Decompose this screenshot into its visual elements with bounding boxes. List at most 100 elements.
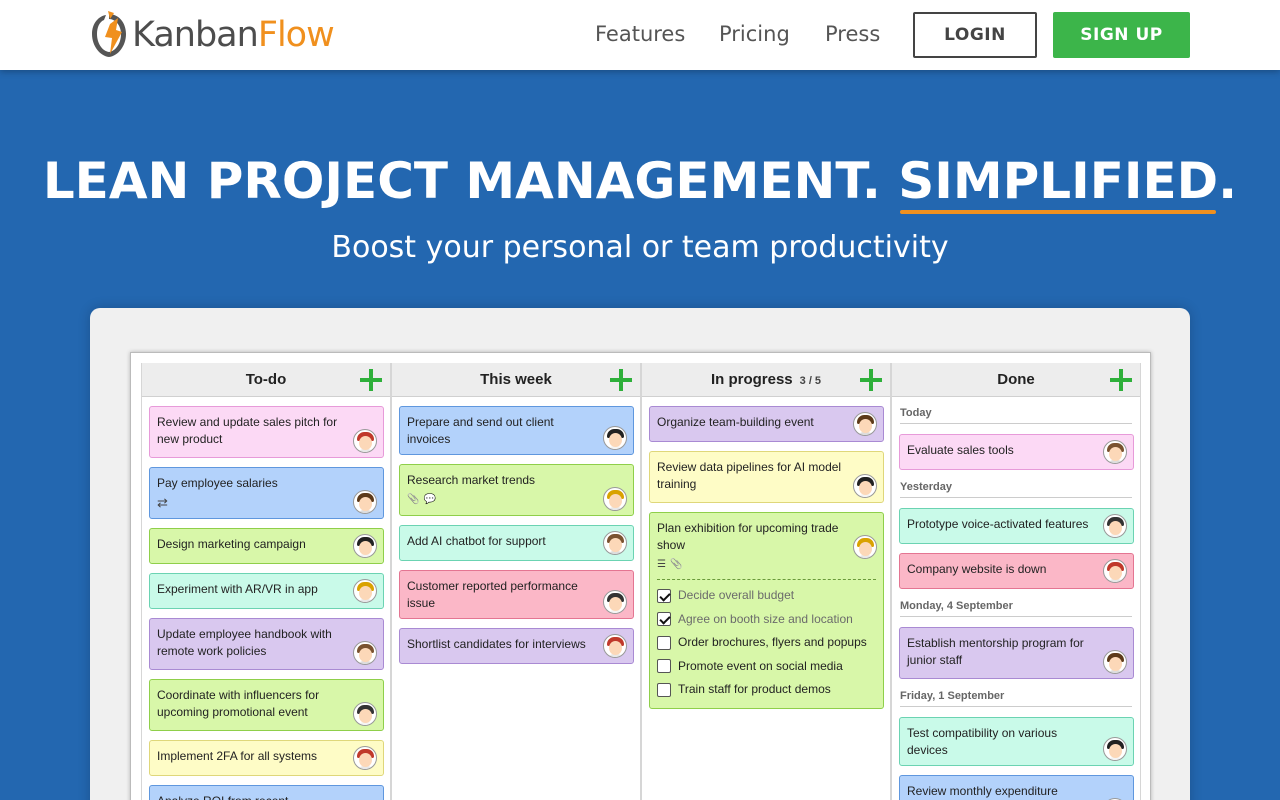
task-card[interactable]: Company website is down bbox=[899, 553, 1134, 589]
task-card[interactable]: Review monthly expenditure against budge… bbox=[899, 775, 1134, 800]
avatar[interactable] bbox=[603, 634, 627, 658]
kanbanflow-logo[interactable]: KanbanFlow bbox=[88, 10, 335, 60]
avatar[interactable] bbox=[603, 487, 627, 511]
add-task-plus-icon[interactable] bbox=[360, 369, 382, 391]
nav-features-link[interactable]: Features bbox=[595, 22, 685, 46]
avatar-face bbox=[1109, 744, 1122, 758]
avatar[interactable] bbox=[1103, 650, 1127, 674]
task-card[interactable]: Research market trends 📎 💬 bbox=[399, 464, 634, 516]
add-task-plus-icon[interactable] bbox=[860, 369, 882, 391]
hero-title-highlight: SIMPLIFIED bbox=[898, 152, 1219, 214]
task-text: Research market trends bbox=[407, 473, 536, 487]
task-card[interactable]: Customer reported performance issue bbox=[399, 570, 634, 619]
avatar-face bbox=[609, 538, 622, 552]
task-card[interactable]: Review and update sales pitch for new pr… bbox=[149, 406, 384, 458]
subtask-item[interactable]: Promote event on social media bbox=[657, 655, 876, 679]
subtask-item[interactable]: Train staff for product demos bbox=[657, 678, 876, 702]
task-card[interactable]: Prepare and send out client invoices bbox=[399, 406, 634, 455]
subtask-checkbox[interactable] bbox=[657, 635, 671, 650]
comment-icon[interactable]: 💬 bbox=[423, 491, 435, 508]
task-card[interactable]: Establish mentorship program for junior … bbox=[899, 627, 1134, 679]
avatar-face bbox=[859, 481, 872, 495]
avatar[interactable] bbox=[603, 531, 627, 555]
avatar[interactable] bbox=[853, 412, 877, 436]
repeat-icon[interactable]: ⇄ bbox=[157, 494, 168, 511]
avatar-face bbox=[1109, 521, 1122, 535]
logo-text-flow: Flow bbox=[257, 15, 335, 55]
kanban-board: To-do Review and update sales pitch for n… bbox=[130, 352, 1151, 800]
subtask-list: Decide overall budget Agree on booth size… bbox=[657, 579, 876, 702]
add-task-plus-icon[interactable] bbox=[610, 369, 632, 391]
subtask-checkbox[interactable] bbox=[657, 612, 671, 627]
task-card[interactable]: Analyze ROI from recent investments bbox=[149, 785, 384, 800]
avatar-face bbox=[859, 542, 872, 556]
column-header: To-do bbox=[142, 363, 390, 397]
task-card[interactable]: Prototype voice-activated features bbox=[899, 508, 1134, 544]
task-card[interactable]: Evaluate sales tools bbox=[899, 434, 1134, 470]
task-card[interactable]: Update employee handbook with remote wor… bbox=[149, 618, 384, 670]
avatar[interactable] bbox=[1103, 737, 1127, 761]
avatar[interactable] bbox=[1103, 514, 1127, 538]
nav-pricing-link[interactable]: Pricing bbox=[719, 22, 790, 46]
avatar[interactable] bbox=[353, 490, 377, 514]
task-text: Test compatibility on various devices bbox=[907, 726, 1058, 757]
task-card[interactable]: Add AI chatbot for support bbox=[399, 525, 634, 561]
hero-title-prefix: LEAN PROJECT MANAGEMENT. bbox=[42, 152, 899, 210]
task-text: Analyze ROI from recent investments bbox=[157, 793, 349, 800]
login-button[interactable]: LOGIN bbox=[913, 12, 1037, 58]
avatar[interactable] bbox=[853, 474, 877, 498]
done-group-label: Monday, 4 September bbox=[900, 600, 1132, 617]
column-title: In progress bbox=[710, 371, 793, 388]
avatar[interactable] bbox=[353, 641, 377, 665]
checklist-icon[interactable]: ☰ bbox=[657, 556, 666, 573]
avatar[interactable] bbox=[603, 590, 627, 614]
task-card[interactable]: Coordinate with influencers for upcoming… bbox=[149, 679, 384, 731]
paperclip-icon[interactable]: 📎 bbox=[670, 556, 682, 573]
signup-button[interactable]: SIGN UP bbox=[1053, 12, 1190, 58]
task-text: Update employee handbook with remote wor… bbox=[157, 627, 332, 658]
task-card[interactable]: Implement 2FA for all systems bbox=[149, 740, 384, 776]
avatar[interactable] bbox=[353, 579, 377, 603]
subtask-checkbox[interactable] bbox=[657, 659, 671, 674]
nav-press-link[interactable]: Press bbox=[825, 22, 880, 46]
avatar[interactable] bbox=[353, 429, 377, 453]
task-card[interactable]: Shortlist candidates for interviews bbox=[399, 628, 634, 664]
avatar[interactable] bbox=[1103, 559, 1127, 583]
task-card[interactable]: Design marketing campaign bbox=[149, 528, 384, 564]
subtask-checkbox[interactable] bbox=[657, 682, 671, 697]
task-card[interactable]: Organize team-building event bbox=[649, 406, 884, 442]
avatar-face bbox=[609, 433, 622, 447]
task-text: Prototype voice-activated features bbox=[907, 517, 1089, 531]
avatar[interactable] bbox=[603, 426, 627, 450]
paperclip-icon[interactable]: 📎 bbox=[407, 491, 419, 508]
task-text: Company website is down bbox=[907, 562, 1047, 576]
task-text: Design marketing campaign bbox=[157, 537, 306, 551]
task-card[interactable]: Plan exhibition for upcoming trade show ☰… bbox=[649, 512, 884, 709]
task-text: Organize team-building event bbox=[657, 415, 814, 429]
avatar[interactable] bbox=[353, 702, 377, 726]
subtask-item[interactable]: Decide overall budget bbox=[657, 584, 876, 608]
subtask-checkbox[interactable] bbox=[657, 588, 671, 603]
avatar-face bbox=[1109, 657, 1122, 671]
avatar[interactable] bbox=[1103, 440, 1127, 464]
avatar[interactable] bbox=[853, 535, 877, 559]
board-column-done: Done Today Evaluate sales tools Yesterday Pr… bbox=[891, 363, 1141, 800]
add-task-plus-icon[interactable] bbox=[1110, 369, 1132, 391]
task-card[interactable]: Experiment with AR/VR in app bbox=[149, 573, 384, 609]
subtask-item[interactable]: Order brochures, flyers and popups bbox=[657, 631, 876, 655]
hero-subtitle: Boost your personal or team productivity bbox=[331, 230, 949, 265]
wip-limit: 3 / 5 bbox=[799, 375, 822, 387]
task-card[interactable]: Review data pipelines for AI model train… bbox=[649, 451, 884, 503]
task-card[interactable]: Pay employee salaries ⇄ bbox=[149, 467, 384, 519]
task-card[interactable]: Test compatibility on various devices bbox=[899, 717, 1134, 766]
board-column-in-progress: In progress 3 / 5 Organize team-building e… bbox=[641, 363, 891, 800]
avatar[interactable] bbox=[353, 534, 377, 558]
task-icons: 📎 💬 bbox=[407, 491, 599, 508]
column-title: To-do bbox=[245, 371, 287, 388]
task-text: Review monthly expenditure against budge… bbox=[907, 784, 1058, 798]
subtask-item[interactable]: Agree on booth size and location bbox=[657, 608, 876, 632]
logo-flame-icon bbox=[92, 11, 126, 57]
avatar-face bbox=[359, 648, 372, 662]
task-icons: ⇄ bbox=[157, 494, 349, 511]
avatar[interactable] bbox=[353, 746, 377, 770]
